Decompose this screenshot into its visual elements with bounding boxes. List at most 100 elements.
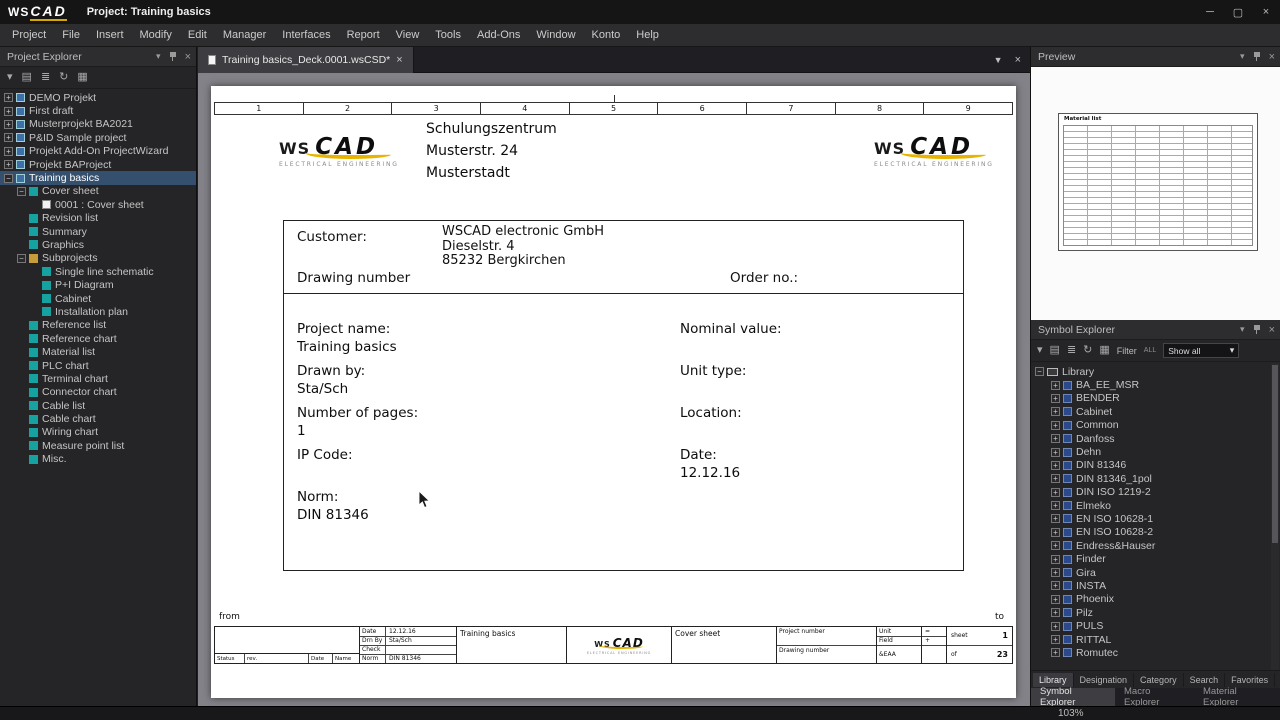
menu-item-report[interactable]: Report — [339, 24, 388, 47]
symbol-library-gira[interactable]: +Gira — [1031, 566, 1270, 579]
expander-icon[interactable]: + — [1051, 581, 1060, 590]
pin-icon[interactable] — [169, 51, 177, 62]
menu-item-project[interactable]: Project — [4, 24, 54, 47]
tree-item-projekt-add-on-projectwizard[interactable]: +Projekt Add-On ProjectWizard — [0, 145, 196, 158]
symbol-library-finder[interactable]: +Finder — [1031, 552, 1270, 565]
refresh-icon[interactable]: ↻ — [1083, 345, 1092, 356]
sort-icon[interactable]: ≣ — [1067, 345, 1076, 356]
preview-content[interactable]: Material list — [1031, 67, 1280, 320]
menu-item-manager[interactable]: Manager — [215, 24, 274, 47]
tree-item-projekt-baproject[interactable]: +Projekt BAProject — [0, 158, 196, 171]
symbol-library-pilz[interactable]: +Pilz — [1031, 606, 1270, 619]
expander-icon[interactable]: + — [1051, 648, 1060, 657]
tree-item-plc-chart[interactable]: PLC chart — [0, 359, 196, 372]
menu-item-interfaces[interactable]: Interfaces — [274, 24, 338, 47]
symbol-library-din-iso-1219-2[interactable]: +DIN ISO 1219-2 — [1031, 486, 1270, 499]
expander-icon[interactable]: + — [1051, 528, 1060, 537]
close-button[interactable]: × — [1252, 0, 1280, 24]
preview-page-thumbnail[interactable]: Material list — [1058, 113, 1258, 251]
symbol-library-insta[interactable]: +INSTA — [1031, 579, 1270, 592]
expander-icon[interactable]: + — [4, 107, 13, 116]
expander-icon[interactable]: − — [17, 254, 26, 263]
symbol-library-danfoss[interactable]: +Danfoss — [1031, 432, 1270, 445]
symbol-library-bender[interactable]: +BENDER — [1031, 392, 1270, 405]
symbol-library-romutec[interactable]: +Romutec — [1031, 646, 1270, 659]
tree-item-subprojects[interactable]: −Subprojects — [0, 252, 196, 265]
expander-icon[interactable]: − — [1035, 367, 1044, 376]
close-icon[interactable]: × — [1269, 325, 1275, 335]
menu-item-window[interactable]: Window — [528, 24, 583, 47]
expander-icon[interactable]: + — [1051, 501, 1060, 510]
new-document-icon[interactable]: ▤ — [22, 72, 32, 83]
pin-icon[interactable] — [1253, 51, 1261, 62]
chevron-down-icon[interactable]: ▾ — [1240, 324, 1245, 335]
scrollbar-thumb[interactable] — [1272, 365, 1278, 543]
expander-icon[interactable]: − — [4, 174, 13, 183]
chevron-down-icon[interactable]: ▾ — [1240, 51, 1245, 62]
expander-icon[interactable]: + — [1051, 434, 1060, 443]
symbol-library-en-iso-10628-1[interactable]: +EN ISO 10628-1 — [1031, 512, 1270, 525]
expander-icon[interactable]: + — [1051, 407, 1060, 416]
symbol-library-cabinet[interactable]: +Cabinet — [1031, 405, 1270, 418]
expander-icon[interactable]: + — [1051, 514, 1060, 523]
tree-item-first-draft[interactable]: +First draft — [0, 104, 196, 117]
symbol-library-elmeko[interactable]: +Elmeko — [1031, 499, 1270, 512]
pin-icon[interactable] — [1253, 324, 1261, 335]
tree-item-musterprojekt-ba2021[interactable]: +Musterprojekt BA2021 — [0, 118, 196, 131]
dropdown-icon[interactable]: ▾ — [1037, 345, 1043, 356]
mode-tab-search[interactable]: Search — [1184, 673, 1226, 687]
maximize-button[interactable]: ▢ — [1224, 0, 1252, 24]
symbol-library-din-81346-1pol[interactable]: +DIN 81346_1pol — [1031, 472, 1270, 485]
drawing-canvas[interactable]: 123456789 WS CAD ELECTRICAL ENGINEERING … — [198, 73, 1030, 706]
tree-item-cabinet[interactable]: Cabinet — [0, 292, 196, 305]
mode-tab-library[interactable]: Library — [1033, 673, 1074, 687]
menu-item-file[interactable]: File — [54, 24, 88, 47]
menu-item-view[interactable]: View — [388, 24, 428, 47]
symbol-library-en-iso-10628-2[interactable]: +EN ISO 10628-2 — [1031, 526, 1270, 539]
grid-view-icon[interactable]: ▦ — [77, 72, 87, 83]
tree-item-material-list[interactable]: Material list — [0, 345, 196, 358]
tree-item-graphics[interactable]: Graphics — [0, 238, 196, 251]
expander-icon[interactable]: + — [1051, 488, 1060, 497]
tree-item-measure-point-list[interactable]: Measure point list — [0, 439, 196, 452]
refresh-icon[interactable]: ↻ — [59, 72, 68, 83]
filter-select[interactable]: Show all ▾ — [1163, 343, 1239, 358]
menu-item-insert[interactable]: Insert — [88, 24, 132, 47]
expander-icon[interactable]: + — [1051, 394, 1060, 403]
expander-icon[interactable]: + — [4, 93, 13, 102]
expander-icon[interactable]: + — [4, 120, 13, 129]
panel-tab-macro-explorer[interactable]: Macro Explorer — [1115, 688, 1194, 706]
tree-item-0001-cover-sheet[interactable]: 0001 : Cover sheet — [0, 198, 196, 211]
expander-icon[interactable]: + — [1051, 541, 1060, 550]
tab-list-icon[interactable]: ▼ — [994, 55, 1003, 65]
menu-item-edit[interactable]: Edit — [180, 24, 215, 47]
expander-icon[interactable]: + — [1051, 555, 1060, 564]
tree-item-terminal-chart[interactable]: Terminal chart — [0, 372, 196, 385]
expander-icon[interactable]: − — [17, 187, 26, 196]
tree-view-icon[interactable]: ▤ — [1050, 345, 1060, 356]
expander-icon[interactable]: + — [1051, 635, 1060, 644]
symbol-library-rittal[interactable]: +RITTAL — [1031, 633, 1270, 646]
tree-item-revision-list[interactable]: Revision list — [0, 212, 196, 225]
expander-icon[interactable]: + — [4, 160, 13, 169]
tree-item-cover-sheet[interactable]: −Cover sheet — [0, 185, 196, 198]
close-icon[interactable]: × — [1269, 52, 1275, 62]
tree-item-single-line-schematic[interactable]: Single line schematic — [0, 265, 196, 278]
expander-icon[interactable]: + — [1051, 474, 1060, 483]
expander-icon[interactable]: + — [1051, 461, 1060, 470]
page-icon[interactable]: ▦ — [1099, 345, 1109, 356]
symbol-library-common[interactable]: +Common — [1031, 419, 1270, 432]
symbol-library-puls[interactable]: +PULS — [1031, 619, 1270, 632]
tree-item-reference-chart[interactable]: Reference chart — [0, 332, 196, 345]
mode-tab-designation[interactable]: Designation — [1074, 673, 1135, 687]
tree-item-training-basics[interactable]: −Training basics — [0, 171, 196, 184]
expander-icon[interactable]: + — [4, 147, 13, 156]
tree-item-summary[interactable]: Summary — [0, 225, 196, 238]
symbol-tree-root[interactable]: −Library — [1031, 365, 1270, 378]
expander-icon[interactable]: + — [4, 133, 13, 142]
cover-sheet-page[interactable]: 123456789 WS CAD ELECTRICAL ENGINEERING … — [211, 86, 1016, 698]
symbol-library-ba-ee-msr[interactable]: +BA_EE_MSR — [1031, 378, 1270, 391]
chevron-down-icon[interactable]: ▾ — [156, 51, 161, 62]
menu-item-konto[interactable]: Konto — [584, 24, 629, 47]
minimize-button[interactable]: ─ — [1196, 0, 1224, 24]
